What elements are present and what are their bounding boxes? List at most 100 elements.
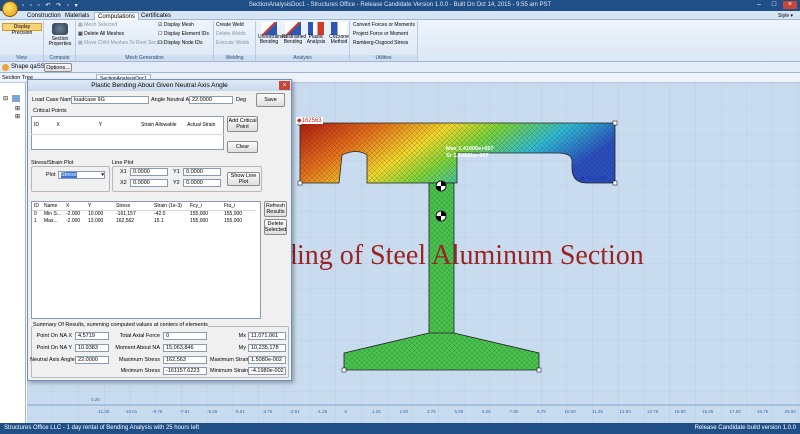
delete-all-meshes-button[interactable]: ▦ Delete All Meshes (78, 31, 124, 38)
max-stress-value: 162,563 (163, 356, 207, 364)
plot-select[interactable]: Stress ▾ (58, 171, 105, 179)
minimize-icon[interactable]: – (752, 1, 766, 9)
ruler-tick-label: 10.00 (564, 409, 576, 414)
ruler-tick-label: 13.75 (647, 409, 659, 414)
total-axial-label: Total Axial Force (119, 333, 160, 339)
tab-computations[interactable]: Computations (94, 12, 140, 20)
display-mesh-checkbox[interactable]: ☑ Display Mesh (158, 22, 194, 29)
status-left: Structures Office LLC - 1 day rental of … (4, 425, 199, 431)
tree-expand-icon[interactable]: ⊟ (3, 95, 8, 102)
ruler-tick-label: -10.01 (124, 409, 138, 414)
x2-input[interactable]: 0.0000 (130, 179, 168, 187)
execute-welds-button[interactable]: Execute Welds (216, 40, 249, 47)
min-strain-label: Minimum Strain (210, 368, 249, 374)
maximize-icon[interactable]: □ (767, 1, 781, 9)
col-stress: Stress (114, 202, 152, 211)
summary-label: Summary Of Results, summing computed val… (33, 321, 208, 329)
dialog-close-icon[interactable]: × (279, 81, 290, 90)
critical-points-table[interactable]: ID X Y Strain Allowable Actual Strain (31, 116, 224, 150)
close-icon[interactable]: × (783, 1, 797, 9)
plot-label: Plot (46, 172, 56, 178)
unrestrained-bending-button[interactable]: Unrestrained Bending (258, 22, 287, 45)
cozzone-method-button[interactable]: Cozzone Method (328, 22, 350, 45)
restrained-bending-button[interactable]: Restrained Bending (282, 22, 306, 45)
table-row[interactable]: 0 Min S... -2.000 10.000 -161,157 -42.0 155,00… (32, 210, 256, 217)
shape-bar: Shape qaSS Options... (0, 62, 800, 73)
max-strain-label: Maximum Strain (210, 357, 250, 363)
y1-input[interactable]: 0.0000 (183, 168, 221, 176)
moment-na-value: 15,063,846 (163, 344, 207, 352)
clear-button[interactable]: Clear (227, 141, 258, 153)
project-force-button[interactable]: Project Force or Moment (353, 31, 408, 38)
save-button[interactable]: Save (256, 93, 285, 107)
table-row[interactable]: 1 Max... -2.000 13.000 162,562 15.1 155,000 155… (32, 217, 256, 224)
create-weld-button[interactable]: Create Weld (216, 22, 244, 29)
col-id: ID (31, 116, 55, 135)
add-critical-point-button[interactable]: Add Critical Point (227, 116, 258, 132)
ribbon-group-mesh: ▦ Mesh Selected ▦ Delete All Meshes ▦ Mo… (76, 21, 214, 61)
results-table[interactable]: ID Name X Y Stress Strain (1e-3) Fcy_i F… (31, 201, 261, 319)
welding-group-label: Welding (214, 55, 255, 61)
ruler-y-label: 0.26 (91, 397, 100, 402)
ruler-tick-label: 8.75 (537, 409, 546, 414)
table-cell: 155,000 (190, 217, 209, 224)
tree-expand-icon[interactable]: ⊞ (15, 113, 20, 120)
display-element-ids-checkbox[interactable]: ☐ Display Element IDs (158, 31, 209, 38)
options-button[interactable]: Options... (44, 63, 72, 72)
delete-selected-button[interactable]: Delete Selected (264, 219, 287, 235)
y2-input[interactable]: 0.0000 (183, 179, 221, 187)
ruler-tick-label: 0 (344, 409, 348, 414)
tab-certificates[interactable]: Certificates (138, 12, 174, 20)
min-strain-value: -4.1980e-002 (248, 367, 286, 375)
ramberg-osgood-button[interactable]: Ramberg-Osgood Stress (353, 40, 408, 47)
tree-node-icon[interactable] (12, 95, 20, 102)
mx-value: 11,071,061 (248, 332, 286, 340)
ribbon-group-view: Display Precision View (0, 21, 44, 61)
moment-na-label: Moment About NA (115, 345, 160, 351)
min-stress-label: Minimum Stress (120, 368, 160, 374)
tab-materials[interactable]: Materials (62, 12, 92, 20)
ruler-x: -11.26 -10.01 -8.76 -7.51 -6.26 -5.01 -3.76 -2.… (27, 409, 800, 417)
compute-group-label: Compute (44, 55, 75, 61)
ribbon-group-utilities: Convert Forces or Moments Project Force … (350, 21, 418, 61)
table-cell: -2.000 (66, 210, 81, 217)
ruler-tick-label: -2.51 (289, 409, 300, 414)
display-node-ids-checkbox[interactable]: ☐ Display Node IDs (158, 40, 203, 47)
app-menu-icon[interactable] (2, 1, 18, 17)
x1-label: X1 (120, 169, 127, 175)
shape-label: Shape qaSS (11, 64, 45, 70)
plastic-analysis-button[interactable]: Plastic Analysis (306, 22, 326, 45)
min-stress-marker: ◆-161158 (580, 176, 607, 182)
show-line-plot-button[interactable]: Show Line Plot (227, 172, 260, 186)
neutral-angle-value: 22.0000 (75, 356, 109, 364)
move-child-meshes-button[interactable]: ▦ Move Child Meshes To Root Section (78, 40, 165, 47)
table-cell: -2.000 (66, 217, 81, 224)
style-menu[interactable]: Style ▾ (775, 12, 796, 20)
ribbon-group-compute: Section Properties Compute (44, 21, 76, 61)
convert-forces-button[interactable]: Convert Forces or Moments (353, 22, 415, 29)
refresh-results-button[interactable]: Refresh Results (264, 201, 287, 217)
angle-input[interactable]: 22.0000 (189, 96, 233, 104)
shape-icon (2, 64, 9, 71)
display-precision-button[interactable]: Display Precision (2, 23, 42, 36)
ruler-tick-label: 6.25 (482, 409, 491, 414)
x2-label: X2 (120, 180, 127, 186)
quick-access-toolbar[interactable]: ▫ ▫ ▫ ↶ ↷ ▫ ▾ (22, 2, 80, 9)
utilities-group-label: Utilities (350, 55, 417, 61)
section-properties-label[interactable]: Section Properties (44, 37, 76, 47)
table-cell: 162,562 (116, 217, 135, 224)
delete-welds-button[interactable]: Delete Welds (216, 31, 246, 38)
ruler-tick-label: 2.50 (399, 409, 409, 414)
tree-expand-icon[interactable]: ⊞ (15, 105, 20, 112)
col-strain-allowable: Strain Allowable (139, 116, 186, 135)
mesh-generation-group-label: Mesh Generation (76, 55, 213, 61)
tab-construction[interactable]: Construction (24, 12, 64, 20)
mesh-selected-button[interactable]: ▦ Mesh Selected (78, 22, 117, 29)
ruler-tick-label: 11.25 (592, 409, 603, 414)
max-stress-marker: ◆162563 (296, 117, 323, 124)
analysis-group-label: Analysis (256, 55, 349, 61)
critical-points-label: Critical Points (33, 108, 67, 114)
section-properties-icon[interactable] (52, 23, 68, 35)
x1-input[interactable]: 0.0000 (130, 168, 168, 176)
load-case-input[interactable]: loadcase 9G (71, 96, 149, 104)
